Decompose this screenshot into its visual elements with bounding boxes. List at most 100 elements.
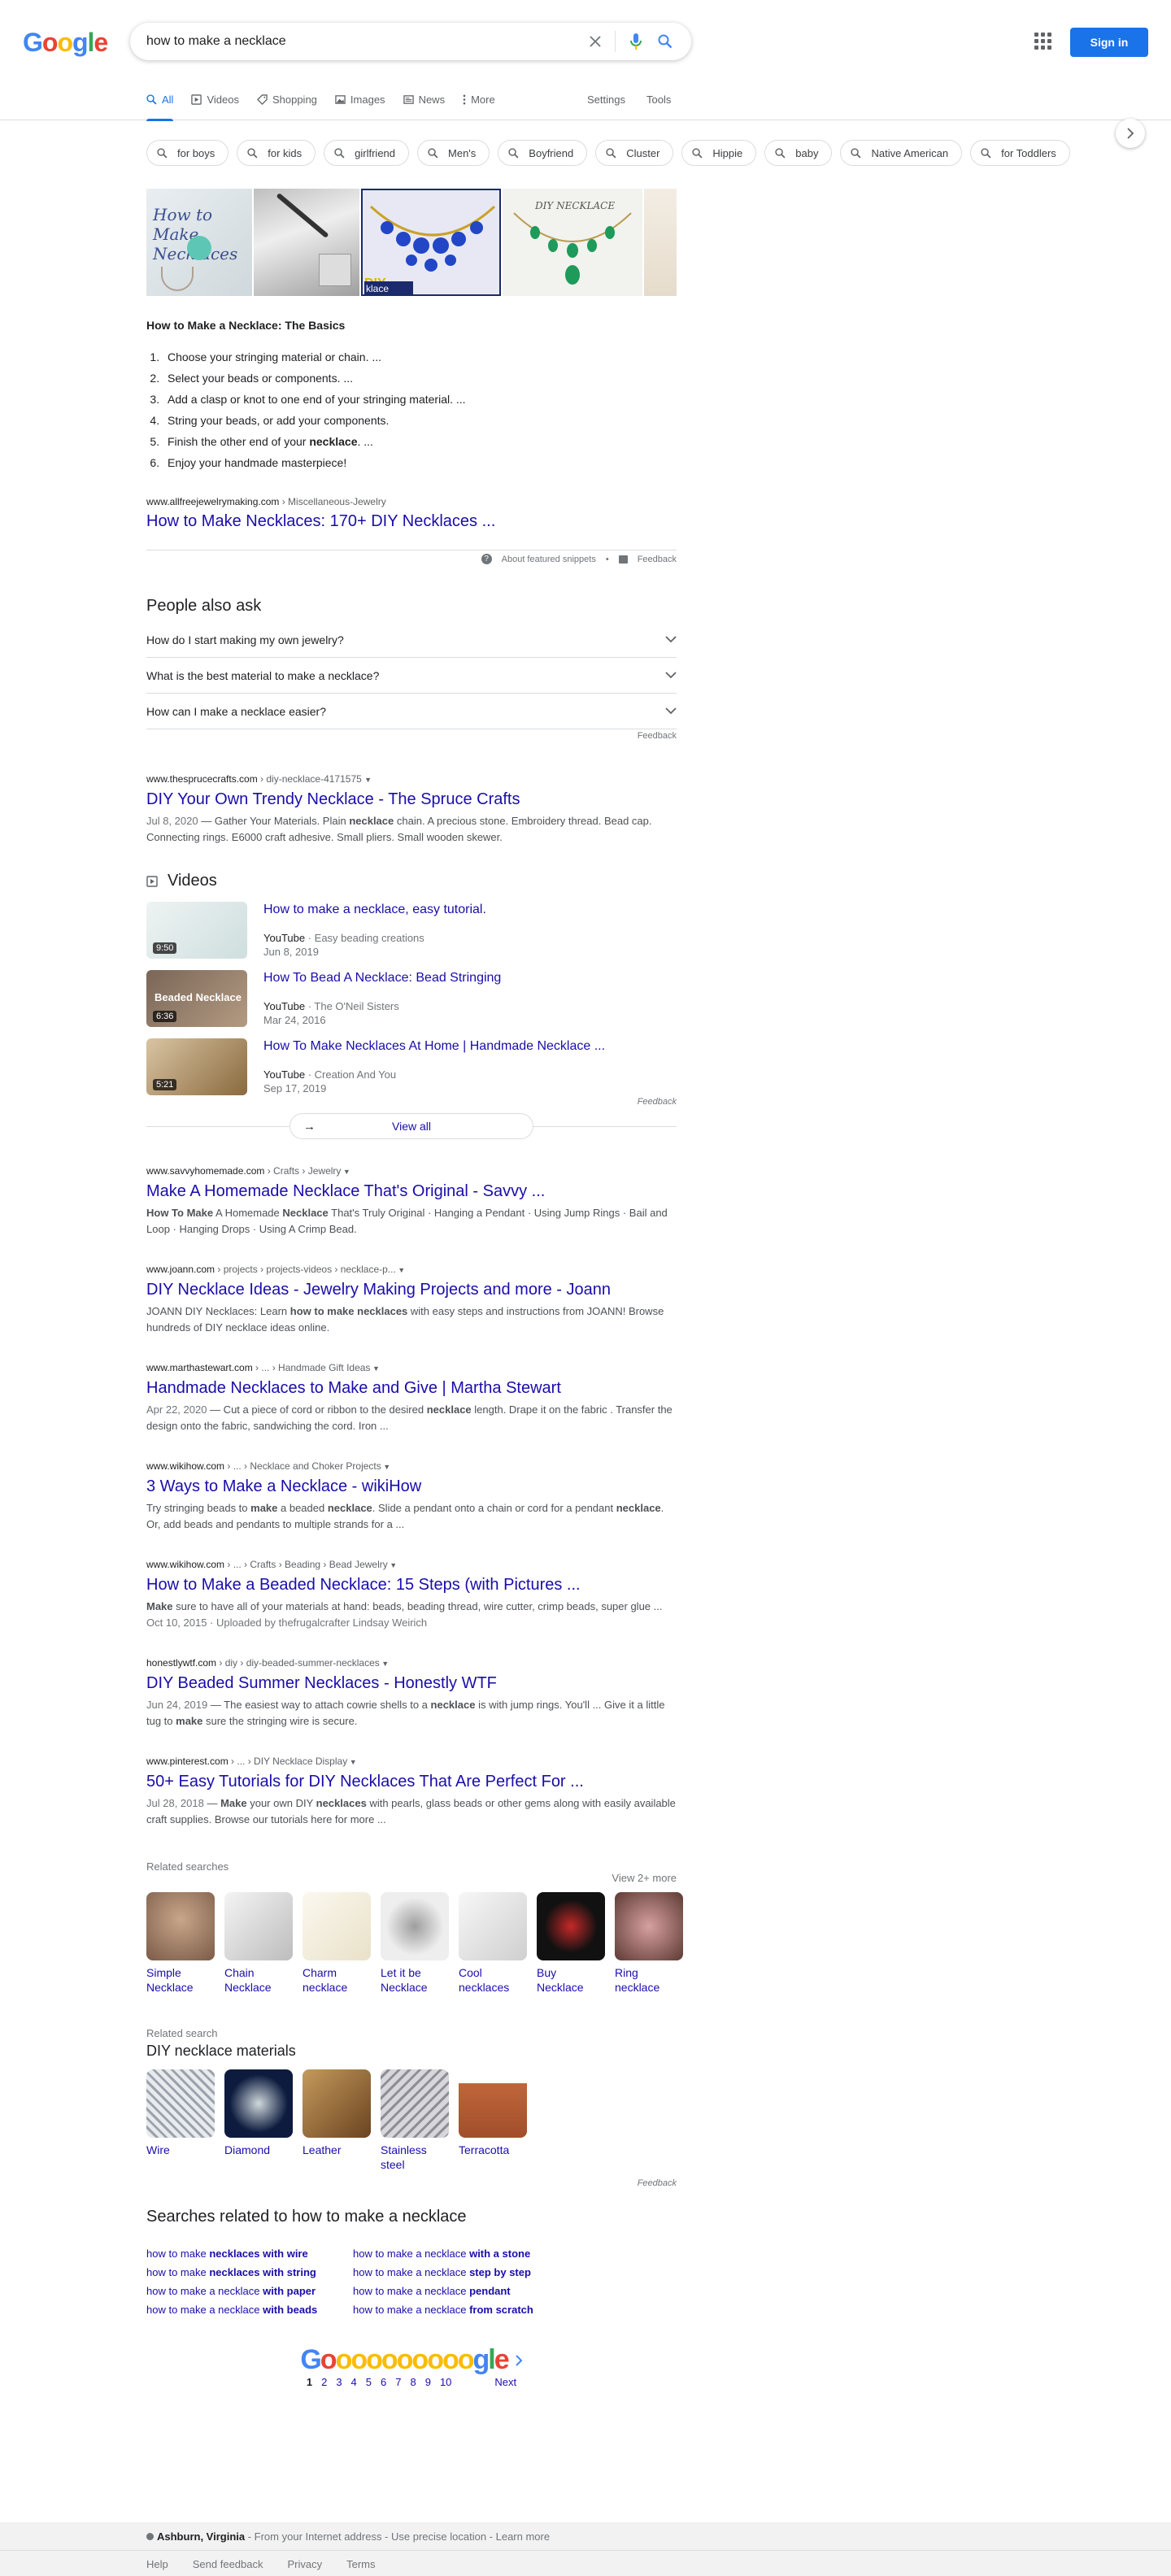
related-search-item[interactable]: Simple Necklace	[146, 1892, 215, 1995]
feedback-link[interactable]: Feedback	[638, 555, 677, 564]
related-query-link[interactable]: how to make necklaces with string	[146, 2266, 353, 2278]
tab-videos[interactable]: Videos	[191, 78, 239, 120]
result-title-link[interactable]: DIY Your Own Trendy Necklace - The Spruc…	[146, 789, 677, 810]
chevron-right-icon[interactable]	[515, 2355, 523, 2366]
related-query-link[interactable]: how to make a necklace with a stone	[353, 2247, 559, 2260]
related-search-item[interactable]: Cool necklaces	[459, 1892, 527, 1995]
page-number[interactable]: 4	[351, 2376, 357, 2388]
search-input[interactable]	[146, 23, 569, 60]
tab-images[interactable]: Images	[335, 78, 385, 120]
search-submit-icon[interactable]	[655, 32, 675, 51]
refinement-chip[interactable]: for Toddlers	[970, 140, 1070, 166]
tab-more[interactable]: More	[463, 78, 495, 120]
related-query-link[interactable]: how to make a necklace from scratch	[353, 2304, 559, 2316]
page-number[interactable]: 8	[410, 2376, 416, 2388]
page-number[interactable]: 7	[395, 2376, 401, 2388]
refinement-chip[interactable]: Native American	[840, 140, 963, 166]
material-item[interactable]: Wire	[146, 2069, 215, 2172]
result-title-link[interactable]: 50+ Easy Tutorials for DIY Necklaces Tha…	[146, 1771, 677, 1792]
video-thumbnail[interactable]: 9:50	[146, 902, 247, 959]
caret-down-icon[interactable]: ▼	[364, 776, 372, 784]
page-number[interactable]: 10	[440, 2376, 451, 2388]
result-title-link[interactable]: How to Make a Beaded Necklace: 15 Steps …	[146, 1574, 677, 1595]
refinement-chip[interactable]: baby	[764, 140, 833, 166]
videos-feedback-link[interactable]: Feedback	[146, 1097, 677, 1107]
video-thumbnail[interactable]: Beaded Necklace 6:36	[146, 970, 247, 1027]
page-number[interactable]: 5	[366, 2376, 372, 2388]
view-all-button[interactable]: → View all	[289, 1113, 533, 1139]
page-number[interactable]: 3	[336, 2376, 342, 2388]
tools-link[interactable]: Tools	[646, 94, 671, 106]
snippet-image[interactable]: DIY NECKLACE	[503, 189, 642, 296]
caret-down-icon[interactable]: ▼	[388, 1561, 397, 1569]
footer-feedback-link[interactable]: Send feedback	[193, 2558, 263, 2570]
snippet-image[interactable]	[644, 189, 677, 296]
material-item[interactable]: Stainless steel	[381, 2069, 449, 2172]
refinement-chip[interactable]: Men's	[417, 140, 490, 166]
location-note[interactable]: - From your Internet address - Use preci…	[245, 2530, 550, 2543]
refinement-chip[interactable]: Cluster	[595, 140, 674, 166]
related-query-link[interactable]: how to make necklaces with wire	[146, 2247, 353, 2260]
video-title-link[interactable]: How To Make Necklaces At Home | Handmade…	[263, 1039, 605, 1053]
footer-privacy-link[interactable]: Privacy	[287, 2558, 322, 2570]
materials-feedback-link[interactable]: Feedback	[146, 2178, 677, 2188]
paa-question[interactable]: How can I make a necklace easier?	[146, 694, 677, 729]
next-page-link[interactable]: Next	[494, 2376, 516, 2388]
result-title-link[interactable]: Make A Homemade Necklace That's Original…	[146, 1181, 677, 1202]
snippet-image[interactable]: How to Make Necklaces	[146, 189, 252, 296]
sign-in-button[interactable]: Sign in	[1070, 28, 1148, 57]
chip-scroll-next-button[interactable]	[1116, 119, 1145, 148]
tab-news[interactable]: News	[403, 78, 445, 120]
result-title-link[interactable]: 3 Ways to Make a Necklace - wikiHow	[146, 1476, 677, 1497]
view-more-link[interactable]: View 2+ more	[612, 1872, 677, 1884]
related-search-item[interactable]: Let it be Necklace	[381, 1892, 449, 1995]
google-logo[interactable]: Google	[23, 28, 108, 58]
refinement-chip[interactable]: Boyfriend	[498, 140, 588, 166]
related-search-item[interactable]: Buy Necklace	[537, 1892, 605, 1995]
video-title-link[interactable]: How to make a necklace, easy tutorial.	[263, 903, 486, 916]
caret-down-icon[interactable]: ▼	[380, 1660, 389, 1668]
refinement-chip[interactable]: for boys	[146, 140, 229, 166]
related-search-item[interactable]: Ring necklace	[615, 1892, 683, 1995]
refinement-chip[interactable]: Hippie	[681, 140, 757, 166]
paa-question[interactable]: How do I start making my own jewelry?	[146, 622, 677, 658]
material-item[interactable]: Diamond	[224, 2069, 293, 2172]
material-item[interactable]: Leather	[303, 2069, 371, 2172]
tab-shopping[interactable]: Shopping	[256, 78, 317, 120]
page-number[interactable]: 6	[381, 2376, 386, 2388]
microphone-icon[interactable]	[626, 32, 646, 51]
result-title-link[interactable]: DIY Necklace Ideas - Jewelry Making Proj…	[146, 1279, 677, 1300]
related-query-link[interactable]: how to make a necklace with beads	[146, 2304, 353, 2316]
related-query-link[interactable]: how to make a necklace with paper	[146, 2285, 353, 2297]
related-search-item[interactable]: Charm necklace	[303, 1892, 371, 1995]
caret-down-icon[interactable]: ▼	[347, 1758, 357, 1766]
video-thumbnail[interactable]: 5:21	[146, 1038, 247, 1095]
refinement-chip[interactable]: for kids	[237, 140, 316, 166]
related-query-link[interactable]: how to make a necklace step by step	[353, 2266, 559, 2278]
apps-grid-icon[interactable]	[1033, 31, 1052, 50]
caret-down-icon[interactable]: ▼	[341, 1168, 350, 1176]
footer-help-link[interactable]: Help	[146, 2558, 168, 2570]
tab-all[interactable]: All	[146, 78, 174, 121]
page-number[interactable]: 2	[321, 2376, 327, 2388]
snippet-link[interactable]: How to Make Necklaces: 170+ DIY Necklace…	[146, 511, 677, 532]
paa-feedback-link[interactable]: Feedback	[146, 731, 677, 741]
refinement-chip[interactable]: girlfriend	[324, 140, 410, 166]
video-title-link[interactable]: How To Bead A Necklace: Bead Stringing	[263, 971, 501, 985]
caret-down-icon[interactable]: ▼	[370, 1364, 380, 1373]
paa-question[interactable]: What is the best material to make a neck…	[146, 658, 677, 694]
result-title-link[interactable]: Handmade Necklaces to Make and Give | Ma…	[146, 1377, 677, 1399]
snippet-image[interactable]	[254, 189, 359, 296]
related-query-link[interactable]: how to make a necklace pendant	[353, 2285, 559, 2297]
page-number[interactable]: 9	[425, 2376, 431, 2388]
about-snippets-link[interactable]: About featured snippets	[502, 555, 596, 564]
material-item[interactable]: Terracotta	[459, 2069, 527, 2172]
page-number[interactable]: 1	[307, 2376, 312, 2388]
snippet-image[interactable]: DIY klace	[361, 189, 501, 296]
footer-terms-link[interactable]: Terms	[346, 2558, 375, 2570]
caret-down-icon[interactable]: ▼	[396, 1266, 405, 1274]
related-search-item[interactable]: Chain Necklace	[224, 1892, 293, 1995]
caret-down-icon[interactable]: ▼	[381, 1463, 390, 1471]
result-title-link[interactable]: DIY Beaded Summer Necklaces - Honestly W…	[146, 1673, 677, 1694]
clear-icon[interactable]	[586, 32, 605, 51]
